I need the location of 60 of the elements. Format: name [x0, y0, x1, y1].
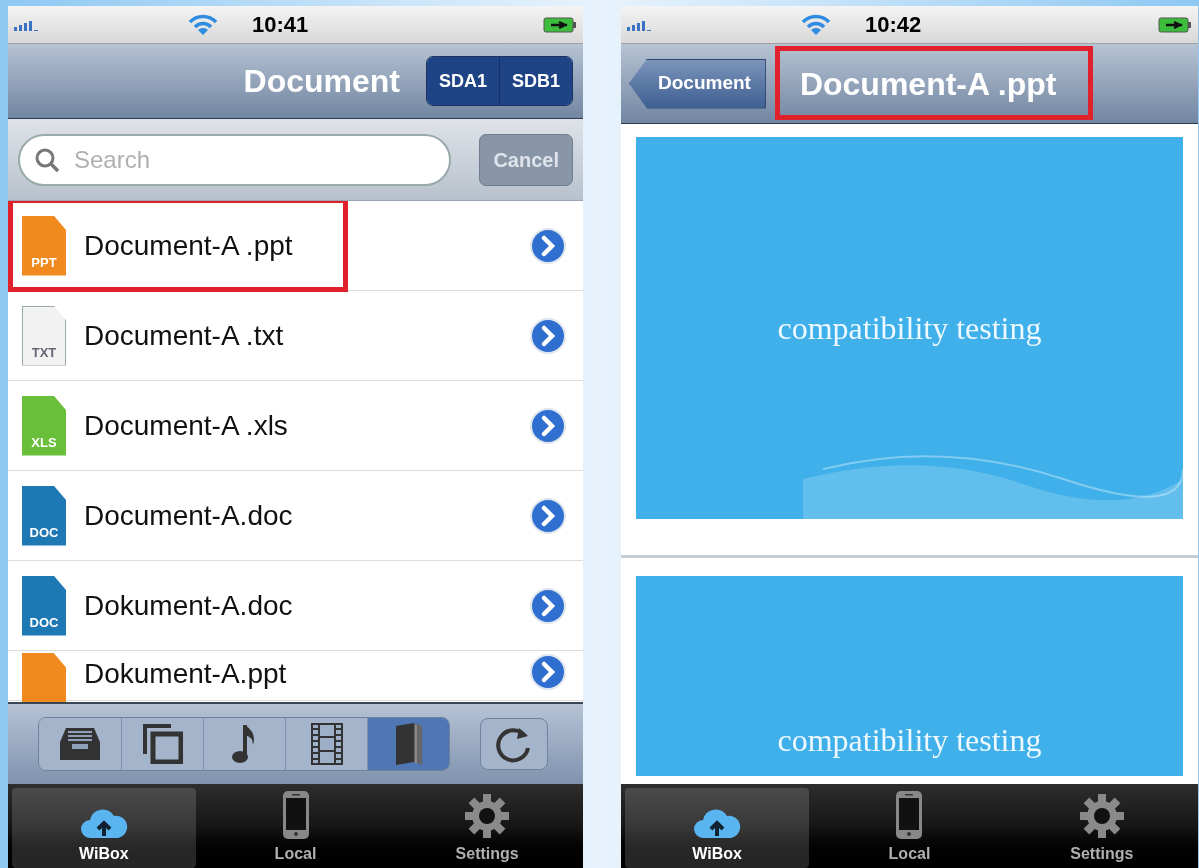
search-icon	[34, 146, 60, 173]
file-row[interactable]: XLS Document-A .xls	[8, 381, 583, 471]
file-type-label: PPT	[31, 254, 57, 272]
tab-settings[interactable]: Settings	[1009, 788, 1194, 868]
toolbar-inbox-button[interactable]	[39, 718, 121, 770]
tab-phone[interactable]: Local	[817, 788, 1002, 868]
battery-icon	[1158, 16, 1192, 33]
wifi-icon	[801, 13, 831, 36]
disclosure-icon	[529, 586, 567, 625]
disclosure-icon	[529, 316, 567, 355]
book-icon	[393, 722, 424, 766]
file-type-label: DOC	[29, 524, 59, 542]
back-button[interactable]: Document	[629, 58, 766, 109]
file-type-label: TXT	[31, 344, 57, 362]
settings-icon	[1077, 792, 1126, 840]
file-ppt-icon	[22, 653, 66, 702]
film-strip-icon	[310, 723, 343, 765]
file-name: Document-A.doc	[84, 498, 294, 533]
file-row[interactable]: DOC Document-A.doc	[8, 471, 583, 561]
file-name: Dokument-A.doc	[84, 588, 294, 623]
file-name: Dokument-A.ppt	[84, 657, 288, 691]
phone-icon	[895, 790, 924, 840]
file-row[interactable]: DOC Dokument-A.doc	[8, 561, 583, 651]
tab-cloud-upload[interactable]: WiBox	[12, 788, 196, 868]
toolbar-photos-button[interactable]	[121, 718, 203, 770]
photos-icon	[142, 724, 183, 764]
file-type-label: DOC	[29, 614, 59, 632]
file-row[interactable]: PPT Document-A .ppt	[8, 201, 583, 291]
status-time: 10:41	[252, 11, 309, 39]
toolbar-music-button[interactable]	[203, 718, 285, 770]
battery-icon	[543, 16, 577, 33]
toolbar-book-button[interactable]	[367, 718, 449, 770]
disclosure-icon	[529, 496, 567, 535]
status-time: 10:42	[865, 11, 922, 39]
refresh-button[interactable]	[480, 718, 548, 770]
disclosure-icon	[529, 406, 567, 445]
file-name: Document-A .txt	[84, 318, 285, 353]
toolbar-film-button[interactable]	[285, 718, 367, 770]
nav-title: Document	[243, 62, 400, 101]
segment-button[interactable]: SDA1	[426, 57, 499, 105]
search-field[interactable]: Search	[18, 133, 452, 186]
file-name: Document-A .xls	[84, 408, 289, 443]
tab-cloud-upload[interactable]: WiBox	[625, 788, 810, 868]
wifi-icon	[188, 13, 218, 36]
tab-settings[interactable]: Settings	[395, 788, 579, 868]
disclosure-icon	[529, 226, 567, 265]
settings-icon	[463, 792, 512, 840]
tab-phone[interactable]: Local	[203, 788, 388, 868]
file-name: Document-A .ppt	[84, 228, 294, 263]
file-row[interactable]: TXT Document-A .txt	[8, 291, 583, 381]
phone-icon	[281, 790, 310, 840]
slide-text: compatibility testing	[777, 309, 1042, 348]
nav-title: Document-A .ppt	[798, 64, 1058, 104]
tray-icon	[58, 726, 102, 762]
segment-button[interactable]: SDB1	[499, 57, 572, 105]
disclosure-icon	[529, 653, 567, 691]
cloud-upload-icon	[693, 806, 742, 840]
cloud-upload-icon	[79, 806, 128, 840]
file-type-label: XLS	[31, 434, 57, 452]
slide-text: compatibility testing	[777, 721, 1042, 760]
